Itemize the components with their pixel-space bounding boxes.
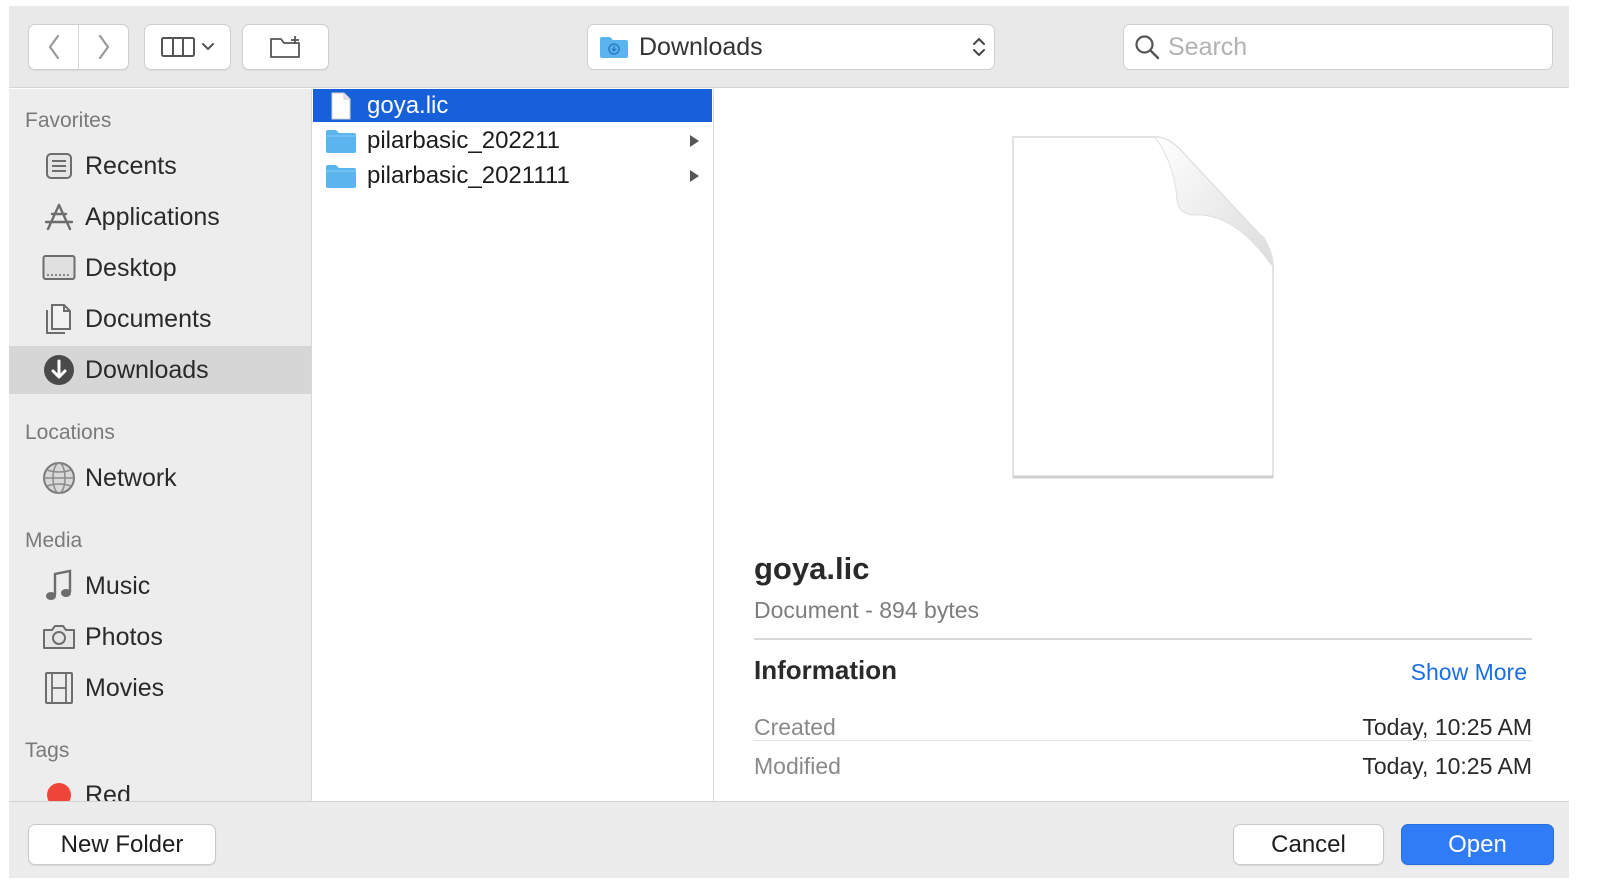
recents-icon xyxy=(41,148,77,184)
sidebar-item-label: Photos xyxy=(85,622,163,651)
folder-icon xyxy=(325,161,357,191)
forward-button[interactable] xyxy=(79,25,128,69)
detail-separator xyxy=(754,740,1532,741)
sidebar-item-label: Red xyxy=(85,780,131,802)
sidebar-item-label: Documents xyxy=(85,304,212,333)
preview-file-name: goya.lic xyxy=(754,551,870,586)
red-tag-dot-icon xyxy=(41,777,77,801)
disclosure-arrow-icon xyxy=(688,134,706,148)
preview-divider xyxy=(754,638,1532,640)
new-folder-toolbar-button[interactable] xyxy=(242,24,329,70)
section-title-tags: Tags xyxy=(25,739,70,762)
information-heading: Information xyxy=(754,655,897,685)
updown-chevron-icon xyxy=(964,35,994,59)
sidebar-item-label: Desktop xyxy=(85,253,177,282)
sidebar-item-recents[interactable]: Recents xyxy=(9,142,311,190)
sidebar-item-movies[interactable]: Movies xyxy=(9,664,311,712)
chevron-right-icon xyxy=(98,34,109,60)
back-forward-group xyxy=(28,24,129,70)
file-name: goya.lic xyxy=(367,91,449,119)
sidebar-item-desktop[interactable]: Desktop xyxy=(9,244,311,292)
detail-value: Today, 10:25 AM xyxy=(1362,752,1532,779)
network-icon xyxy=(41,460,77,496)
document-preview-icon xyxy=(1012,136,1274,479)
disclosure-arrow-icon xyxy=(688,169,706,183)
chevron-left-icon xyxy=(48,34,59,60)
preview-file-kind: Document - 894 bytes xyxy=(754,597,980,623)
documents-icon xyxy=(41,301,77,337)
section-title-favorites: Favorites xyxy=(25,109,112,132)
search-input[interactable] xyxy=(1168,32,1552,62)
new-folder-icon xyxy=(269,36,300,58)
sidebar-item-label: Applications xyxy=(85,202,220,231)
file-name: pilarbasic_2021111 xyxy=(367,161,570,189)
desktop-icon xyxy=(41,250,77,286)
sidebar-item-label: Movies xyxy=(85,673,165,702)
sidebar-item-applications[interactable]: Applications xyxy=(9,193,311,241)
view-mode-button[interactable] xyxy=(144,24,231,70)
section-title-media: Media xyxy=(25,529,83,552)
downloads-icon xyxy=(41,352,77,388)
preview-pane: goya.lic Document - 894 bytes Informatio… xyxy=(715,89,1569,801)
open-button[interactable]: Open xyxy=(1401,824,1554,865)
sidebar-item-documents[interactable]: Documents xyxy=(9,295,311,343)
music-icon xyxy=(41,568,77,604)
detail-value: Today, 10:25 AM xyxy=(1362,713,1532,740)
location-popup[interactable]: Downloads xyxy=(587,24,995,70)
sidebar-item-label: Network xyxy=(85,463,177,492)
sidebar-item-network[interactable]: Network xyxy=(9,454,311,502)
chevron-down-icon xyxy=(201,43,214,51)
location-label: Downloads xyxy=(639,32,763,61)
sidebar-item-label: Downloads xyxy=(85,355,209,384)
bottom-bar: New Folder Cancel Open xyxy=(9,801,1569,878)
columns-view-icon xyxy=(160,37,195,57)
cancel-button[interactable]: Cancel xyxy=(1233,824,1384,865)
detail-key: Modified xyxy=(754,752,841,779)
toolbar: Downloads xyxy=(9,6,1569,88)
detail-key: Created xyxy=(754,713,836,740)
sidebar-item-label: Music xyxy=(85,571,151,600)
file-name: pilarbasic_202211 xyxy=(367,126,561,154)
new-folder-button[interactable]: New Folder xyxy=(28,824,216,865)
sidebar-item-tag-red[interactable]: Red xyxy=(9,771,311,801)
open-file-dialog: Downloads Favorites Recents Applications xyxy=(9,6,1569,878)
sidebar-item-downloads[interactable]: Downloads xyxy=(9,346,311,394)
movies-icon xyxy=(41,670,77,706)
sidebar: Favorites Recents Applications Desktop D… xyxy=(9,89,312,801)
folder-icon xyxy=(325,126,357,156)
detail-row-modified: Modified Today, 10:25 AM xyxy=(754,747,1532,785)
section-title-locations: Locations xyxy=(25,421,115,444)
downloads-folder-icon xyxy=(600,37,628,58)
file-row-pilarbasic-202211[interactable]: pilarbasic_202211 xyxy=(313,124,712,157)
file-column: goya.lic pilarbasic_202211 pilarbasic_20… xyxy=(312,89,714,801)
file-row-goya-lic[interactable]: goya.lic xyxy=(313,89,712,122)
show-more-link[interactable]: Show More xyxy=(1411,659,1527,686)
sidebar-item-label: Recents xyxy=(85,151,177,180)
back-button[interactable] xyxy=(29,25,78,69)
file-row-pilarbasic-2021111[interactable]: pilarbasic_2021111 xyxy=(313,159,712,192)
sidebar-item-photos[interactable]: Photos xyxy=(9,613,311,661)
search-icon xyxy=(1135,35,1160,60)
document-icon xyxy=(325,91,357,121)
applications-icon xyxy=(41,199,77,235)
sidebar-item-music[interactable]: Music xyxy=(9,562,311,610)
photos-icon xyxy=(41,619,77,655)
search-field[interactable] xyxy=(1123,24,1553,70)
